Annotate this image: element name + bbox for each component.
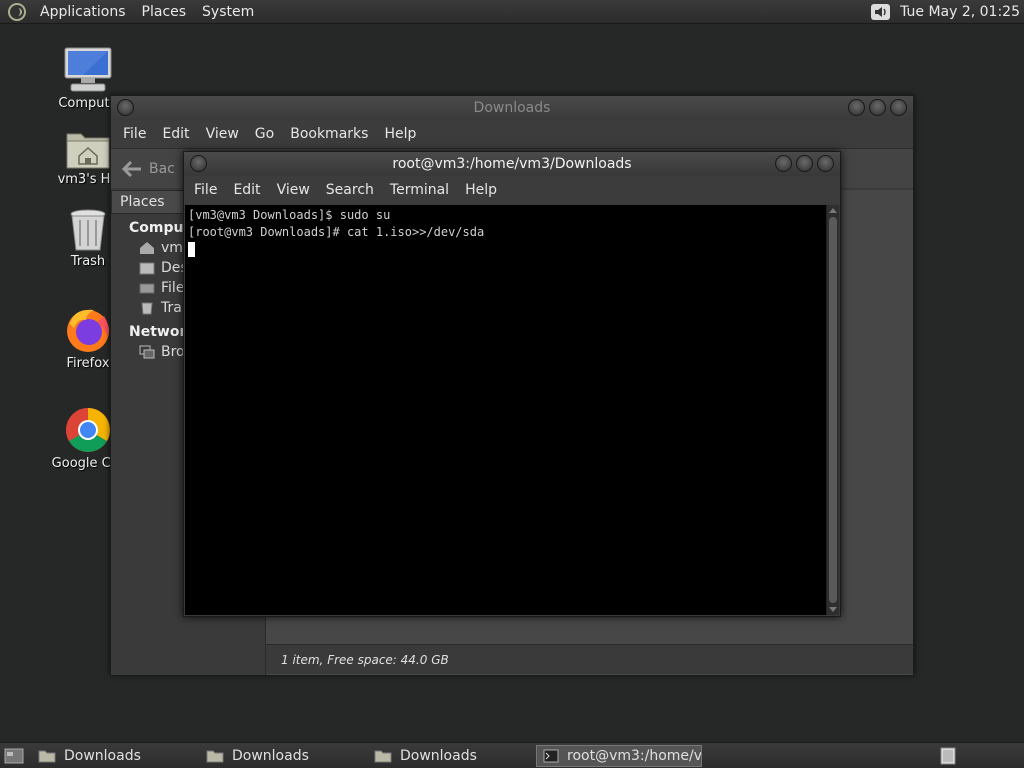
close-button[interactable] — [890, 99, 907, 116]
gnome-foot-icon[interactable] — [8, 2, 26, 21]
panel-menu-bar: Applications Places System — [32, 0, 262, 24]
file-manager-titlebar[interactable]: Downloads — [111, 96, 913, 120]
sidebar-item-label: vm — [161, 240, 183, 256]
show-desktop-icon[interactable] — [4, 747, 24, 765]
volume-icon[interactable] — [870, 2, 892, 22]
applications-menu[interactable]: Applications — [32, 4, 134, 20]
file-manager-statusbar: 1 item, Free space: 44.0 GB — [266, 644, 913, 674]
fm-menu-file[interactable]: File — [115, 126, 154, 142]
terminal-line: [vm3@vm3 Downloads]$ sudo su — [188, 208, 391, 222]
system-menu[interactable]: System — [194, 4, 262, 20]
taskbar-item-label: Downloads — [400, 747, 477, 764]
back-button[interactable]: Bac — [121, 159, 175, 179]
terminal-icon — [543, 749, 559, 762]
term-menu-file[interactable]: File — [186, 182, 225, 198]
sidebar-item-label: Tra — [161, 300, 182, 316]
taskbar-item-downloads-3[interactable]: Downloads — [368, 745, 534, 767]
window-controls — [775, 155, 834, 172]
term-menu-help[interactable]: Help — [457, 182, 505, 198]
bottom-panel: Downloads Downloads Downloads root@vm3:/… — [0, 742, 1024, 768]
term-menu-edit[interactable]: Edit — [225, 182, 268, 198]
places-menu[interactable]: Places — [134, 4, 195, 20]
terminal-menubar: File Edit View Search Terminal Help — [184, 176, 840, 204]
term-menu-view[interactable]: View — [269, 182, 318, 198]
terminal-titlebar[interactable]: root@vm3:/home/vm3/Downloads — [184, 152, 840, 176]
panel-right-area: Tue May 2, 01:25 — [870, 0, 1024, 24]
fm-menu-edit[interactable]: Edit — [154, 126, 197, 142]
fm-menu-bookmarks[interactable]: Bookmarks — [282, 126, 376, 142]
fm-menu-view[interactable]: View — [198, 126, 247, 142]
trash-icon — [141, 302, 153, 315]
term-menu-search[interactable]: Search — [318, 182, 382, 198]
close-button[interactable] — [817, 155, 834, 172]
window-menu-button[interactable] — [117, 99, 134, 116]
file-manager-title: Downloads — [473, 100, 551, 116]
home-folder-icon — [66, 133, 110, 169]
scroll-down-arrow-icon[interactable] — [829, 607, 837, 612]
workspace-switcher-icon[interactable] — [940, 747, 956, 765]
network-icon — [139, 345, 155, 359]
folder-icon — [374, 750, 392, 762]
top-panel: Applications Places System Tue May 2, 01… — [0, 0, 1024, 24]
sidebar-item-label: Bro — [161, 344, 185, 360]
terminal-prompt-line — [188, 241, 824, 258]
term-menu-terminal[interactable]: Terminal — [382, 182, 457, 198]
minimize-button[interactable] — [848, 99, 865, 116]
computer-icon — [64, 47, 112, 92]
desktop-icon-label: Compute — [58, 96, 118, 111]
taskbar-item-terminal[interactable]: root@vm3:/home/v... — [536, 744, 702, 767]
scrollbar-thumb[interactable] — [829, 217, 837, 603]
drive-icon — [139, 283, 155, 294]
sidebar-item-label: File — [161, 280, 185, 296]
file-manager-menubar: File Edit View Go Bookmarks Help — [111, 120, 913, 148]
terminal-line: [root@vm3 Downloads]# cat 1.iso>>/dev/sd… — [188, 225, 485, 239]
desktop-icon-label: Firefox — [66, 356, 110, 371]
taskbar-item-label: Downloads — [232, 747, 309, 764]
clock[interactable]: Tue May 2, 01:25 — [900, 4, 1024, 20]
terminal-scrollbar[interactable] — [826, 205, 839, 615]
chrome-icon — [66, 408, 110, 452]
terminal-output[interactable]: [vm3@vm3 Downloads]$ sudo su [root@vm3 D… — [185, 205, 827, 615]
terminal-window[interactable]: root@vm3:/home/vm3/Downloads File Edit V… — [183, 151, 841, 617]
desktop-folder-icon — [139, 262, 155, 275]
taskbar-item-downloads-2[interactable]: Downloads — [200, 745, 366, 767]
trash-icon — [70, 209, 106, 251]
minimize-button[interactable] — [775, 155, 792, 172]
back-label: Bac — [149, 160, 175, 177]
desktop-icon-label: Trash — [70, 254, 106, 269]
back-arrow-icon — [121, 160, 141, 177]
terminal-cursor — [188, 242, 195, 257]
window-menu-button[interactable] — [190, 155, 207, 172]
firefox-icon — [67, 309, 109, 352]
folder-icon — [206, 750, 224, 762]
window-controls — [848, 99, 907, 116]
taskbar-item-label: Downloads — [64, 747, 141, 764]
taskbar-item-label: root@vm3:/home/v... — [567, 747, 702, 764]
maximize-button[interactable] — [796, 155, 813, 172]
home-icon — [140, 242, 154, 254]
fm-menu-go[interactable]: Go — [247, 126, 282, 142]
terminal-title: root@vm3:/home/vm3/Downloads — [392, 156, 632, 172]
scroll-up-arrow-icon[interactable] — [829, 208, 837, 213]
folder-icon — [38, 750, 56, 762]
maximize-button[interactable] — [869, 99, 886, 116]
fm-menu-help[interactable]: Help — [376, 126, 424, 142]
taskbar-item-downloads-1[interactable]: Downloads — [32, 745, 198, 767]
